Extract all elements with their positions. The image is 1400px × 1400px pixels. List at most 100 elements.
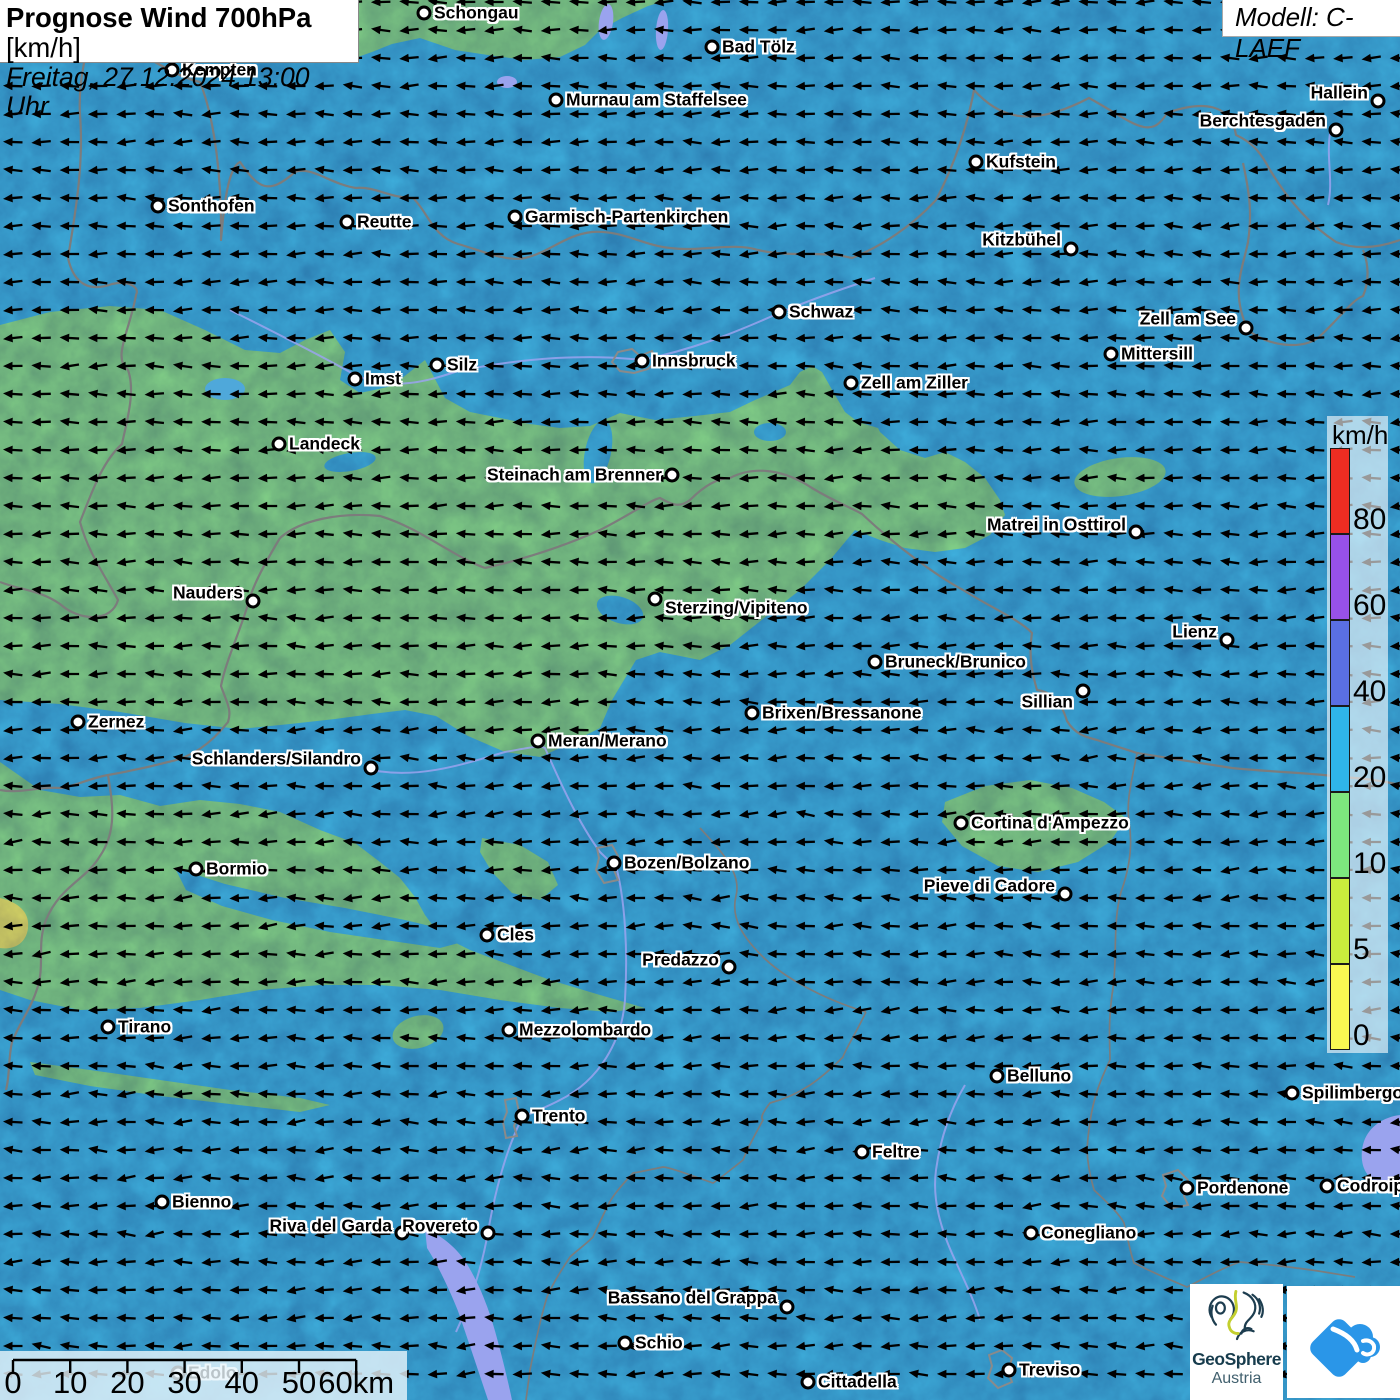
blue-mountain-cloud-icon: [1300, 1301, 1388, 1383]
legend-color-block: [1330, 448, 1350, 534]
city-dot: [1064, 242, 1079, 257]
city-dot: [1220, 633, 1235, 648]
city-dot: [417, 6, 432, 21]
city-label: Matrei in Osttirol: [987, 515, 1126, 536]
city-dot: [1285, 1086, 1300, 1101]
city-label: Cles: [497, 925, 534, 946]
city-label: Bassano del Grappa: [608, 1288, 777, 1309]
city-dot: [1076, 684, 1091, 699]
legend-color-block: [1330, 792, 1350, 878]
city-dot: [340, 215, 355, 230]
city-label: Pordenone: [1197, 1178, 1288, 1199]
legend-tick-label: 20: [1353, 761, 1386, 795]
city-label: Bad Tölz: [722, 37, 795, 58]
scale-label: 30: [167, 1365, 201, 1400]
city-label: Spilimbergo: [1302, 1083, 1400, 1104]
city-dot: [1329, 123, 1344, 138]
city-dot: [101, 1020, 116, 1035]
city-label: Rovereto: [402, 1216, 478, 1237]
city-label: Steinach am Brenner: [487, 465, 662, 486]
scale-label: 20: [110, 1365, 144, 1400]
page-title: Prognose Wind 700hPa [km/h]: [6, 3, 358, 63]
city-label: Innsbruck: [652, 351, 736, 372]
city-dot: [430, 358, 445, 373]
city-dot: [151, 199, 166, 214]
city-label: Berchtesgaden: [1200, 111, 1326, 132]
city-dot: [1371, 94, 1386, 109]
legend-tick-label: 80: [1353, 503, 1386, 537]
city-label: Feltre: [872, 1142, 920, 1163]
scale-label: 50: [282, 1365, 316, 1400]
city-label: Bruneck/Brunico: [885, 652, 1026, 673]
legend-tick-label: 5: [1353, 933, 1370, 967]
city-dot: [607, 856, 622, 871]
city-label: Meran/Merano: [548, 731, 667, 752]
city-dot: [549, 93, 564, 108]
geosphere-country: Austria: [1190, 1370, 1283, 1388]
city-dot: [969, 155, 984, 170]
city-dot: [481, 1226, 496, 1241]
city-label: Cittadella: [818, 1372, 897, 1393]
city-dot: [364, 761, 379, 776]
city-label: Belluno: [1007, 1066, 1071, 1087]
city-label: Schio: [635, 1333, 683, 1354]
city-dot: [502, 1023, 517, 1038]
legend-color-block: [1330, 878, 1350, 964]
city-label: Garmisch-Partenkirchen: [525, 207, 728, 228]
city-dot: [1024, 1226, 1039, 1241]
model-logo-box: [1287, 1286, 1400, 1398]
city-dot: [868, 655, 883, 670]
model-box: Modell: C-LAEF: [1222, 0, 1400, 37]
city-dot: [246, 594, 261, 609]
city-dot: [348, 372, 363, 387]
city-label: Sonthofen: [168, 196, 255, 217]
city-dot: [705, 40, 720, 55]
city-dot: [1180, 1181, 1195, 1196]
city-dot: [745, 706, 760, 721]
legend-tick-label: 60: [1353, 589, 1386, 623]
city-label: Trento: [532, 1106, 585, 1127]
model-label: Modell: C-LAEF: [1223, 0, 1400, 64]
city-dot: [1320, 1179, 1335, 1194]
scale-label: 60km: [318, 1365, 394, 1400]
city-dot: [189, 862, 204, 877]
legend-tick-label: 10: [1353, 847, 1386, 881]
legend-color-block: [1330, 620, 1350, 706]
city-label: Pieve di Cadore: [924, 876, 1055, 897]
legend-unit-label: km/h: [1332, 420, 1388, 451]
city-dot: [480, 928, 495, 943]
geosphere-wordmark: GeoSphere: [1190, 1349, 1283, 1370]
distance-scale-bar: 0102030405060km: [0, 1351, 407, 1400]
city-dot: [618, 1336, 633, 1351]
city-label: Nauders: [173, 583, 243, 604]
city-label: Schongau: [434, 3, 519, 24]
city-label: Mezzolombardo: [519, 1020, 651, 1041]
city-dot: [844, 376, 859, 391]
city-label: Lienz: [1172, 622, 1217, 643]
scale-label: 40: [225, 1365, 259, 1400]
city-label: Schlanders/Silandro: [192, 749, 361, 770]
legend-tick-label: 40: [1353, 675, 1386, 709]
city-label: Cortina d'Ampezzo: [971, 813, 1129, 834]
legend-color-block: [1330, 964, 1350, 1050]
city-dot: [1104, 347, 1119, 362]
city-label: Zell am See: [1140, 309, 1236, 330]
city-label: Predazzo: [642, 950, 719, 971]
city-dot: [990, 1069, 1005, 1084]
city-label: Hallein: [1311, 83, 1368, 104]
city-label: Imst: [365, 369, 401, 390]
city-label: Reutte: [357, 212, 411, 233]
city-dot: [772, 305, 787, 320]
city-dot: [1002, 1363, 1017, 1378]
city-label: Conegliano: [1041, 1223, 1136, 1244]
weather-map-screenshot: SchongauBad TölzKemptenMurnau am Staffel…: [0, 0, 1400, 1400]
scale-label: 10: [53, 1365, 87, 1400]
city-dot: [722, 960, 737, 975]
city-dot: [272, 437, 287, 452]
city-dot: [780, 1300, 795, 1315]
city-label: Murnau am Staffelsee: [566, 90, 747, 111]
city-label: Sillian: [1021, 692, 1073, 713]
city-label: Bormio: [206, 859, 267, 880]
city-dot: [1058, 887, 1073, 902]
city-label: Treviso: [1019, 1360, 1080, 1381]
